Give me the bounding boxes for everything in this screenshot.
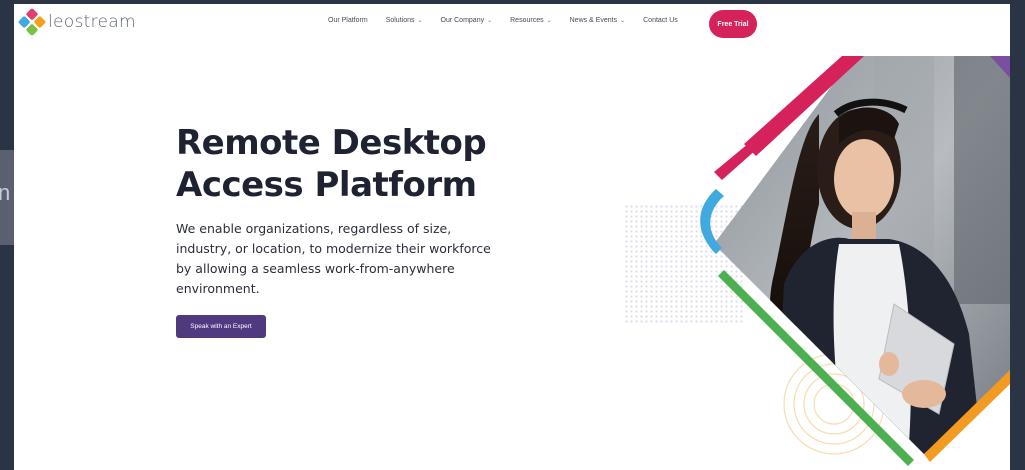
nav-our-company[interactable]: Our Company ⌄	[441, 17, 493, 24]
nav-label: Our Platform	[328, 17, 368, 24]
nav-resources[interactable]: Resources ⌄	[510, 17, 552, 24]
nav-label: Solutions	[385, 17, 415, 24]
site-header: leostream Our Platform Solutions ⌄ Our Co…	[14, 4, 1010, 46]
hero-title-line1: Remote Desktop	[176, 123, 487, 163]
leostream-diamond-icon	[17, 7, 47, 37]
logo-text: leostream	[48, 12, 136, 32]
nav-news-events[interactable]: News & Events ⌄	[570, 17, 626, 24]
background-window-strip: n	[0, 150, 14, 245]
hero-image	[700, 56, 1010, 466]
free-trial-button[interactable]: Free Trial	[709, 10, 757, 38]
nav-our-platform[interactable]: Our Platform	[328, 17, 368, 24]
nav-label: Contact Us	[643, 17, 678, 24]
main-nav: Our Platform Solutions ⌄ Our Company ⌄ Res…	[328, 17, 696, 24]
partial-text: n	[0, 180, 11, 205]
nav-solutions[interactable]: Solutions ⌄	[386, 17, 423, 24]
nav-label: News & Events	[569, 17, 618, 24]
speak-with-expert-button[interactable]: Speak with an Expert	[176, 315, 266, 338]
hero-description: We enable organizations, regardless of s…	[176, 221, 491, 296]
nav-label: Resources	[510, 17, 544, 24]
hero-title: Remote Desktop Access Platform	[176, 122, 516, 206]
nav-contact-us[interactable]: Contact Us	[643, 17, 678, 24]
chevron-down-icon: ⌄	[620, 18, 626, 24]
chevron-down-icon: ⌄	[546, 18, 552, 24]
nav-label: Our Company	[440, 17, 485, 24]
chevron-down-icon: ⌄	[417, 18, 423, 24]
chevron-down-icon: ⌄	[487, 18, 493, 24]
browser-viewport: leostream Our Platform Solutions ⌄ Our Co…	[14, 4, 1010, 470]
logo[interactable]: leostream	[17, 7, 136, 37]
hero-title-line2: Access Platform	[176, 165, 477, 205]
